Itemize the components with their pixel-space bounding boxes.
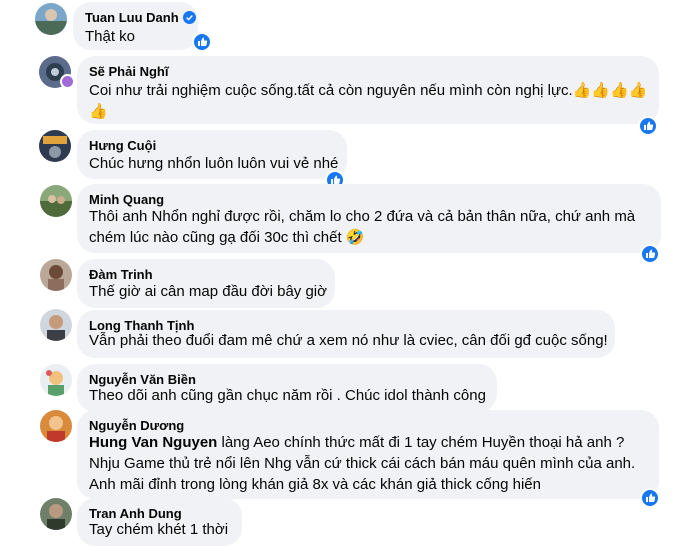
- avatar[interactable]: [40, 185, 72, 217]
- thumbs-up-emoji: 👍👍👍👍: [572, 82, 648, 99]
- comment-bubble: Sẽ Phải Nghĩ Coi như trải nghiệm cuộc số…: [77, 56, 659, 124]
- comment-bubble: Đàm Trinh Thế giờ ai cân map đầu đời bây…: [77, 259, 335, 308]
- avatar[interactable]: [40, 364, 72, 396]
- thumbs-up-icon: [198, 37, 208, 46]
- thumbs-up-icon: [644, 121, 654, 130]
- comment-author[interactable]: Minh Quang: [89, 192, 164, 207]
- avatar[interactable]: [40, 498, 72, 530]
- comment-bubble: Tuan Luu Danh Thật ko: [73, 2, 198, 50]
- comment-author[interactable]: Tuan Luu Danh: [85, 10, 196, 25]
- comment-author[interactable]: Nguyễn Dương: [89, 418, 184, 433]
- thumbs-up-emoji: 👍: [89, 103, 108, 120]
- comment-text: Theo dõi anh cũng gần chục năm rồi . Chú…: [89, 387, 486, 404]
- comment-bubble: Nguyễn Dương Hung Van Nguyen làng Aeo ch…: [77, 410, 659, 499]
- comment-author[interactable]: Sẽ Phải Nghĩ: [89, 64, 168, 79]
- comment-bubble: Hưng Cuội Chúc hưng nhổn luôn luôn vui v…: [77, 130, 347, 179]
- verified-badge-icon: [182, 11, 196, 24]
- comment-author[interactable]: Hưng Cuội: [89, 138, 156, 153]
- comment-text: Coi như trải nghiệm cuộc sống.tất cả còn…: [89, 82, 648, 120]
- comment-author[interactable]: Đàm Trinh: [89, 267, 153, 282]
- like-reaction-badge[interactable]: [640, 244, 660, 264]
- comment-text: Vẫn phải theo đuổi đam mê chứ a xem nó n…: [89, 332, 608, 349]
- comment-text: Hung Van Nguyen làng Aeo chính thức mất …: [89, 434, 636, 493]
- active-status-dot: [60, 74, 75, 89]
- rolling-laughing-emoji: 🤣: [345, 229, 365, 246]
- comment-text: Thế giờ ai cân map đầu đời bây giờ: [89, 283, 327, 300]
- user-mention-link[interactable]: Hung Van Nguyen: [89, 434, 217, 451]
- comment-text: Thật ko: [85, 28, 136, 45]
- like-reaction-badge[interactable]: [192, 32, 212, 52]
- avatar[interactable]: [40, 259, 72, 291]
- thumbs-up-icon: [646, 249, 656, 258]
- like-reaction-badge[interactable]: [640, 488, 660, 508]
- like-reaction-badge[interactable]: [638, 116, 658, 136]
- comment-text: Tay chém khét 1 thời: [89, 521, 229, 538]
- comment-bubble: Tran Anh Dung Tay chém khét 1 thời: [77, 498, 242, 546]
- comment-bubble: Long Thanh Tịnh Vẫn phải theo đuổi đam m…: [77, 310, 615, 358]
- comment-text: Thôi anh Nhổn nghỉ được rồi, chăm lo cho…: [89, 208, 636, 246]
- avatar[interactable]: [39, 130, 71, 162]
- avatar[interactable]: [40, 309, 72, 341]
- avatar[interactable]: [40, 410, 72, 442]
- comment-bubble: Minh Quang Thôi anh Nhổn nghỉ được rồi, …: [77, 184, 661, 253]
- thumbs-up-icon: [646, 493, 656, 502]
- comment-bubble: Nguyễn Văn Biền Theo dõi anh cũng gần ch…: [77, 364, 497, 412]
- avatar[interactable]: [35, 3, 67, 35]
- comment-text: Chúc hưng nhổn luôn luôn vui vẻ nhé: [89, 155, 339, 172]
